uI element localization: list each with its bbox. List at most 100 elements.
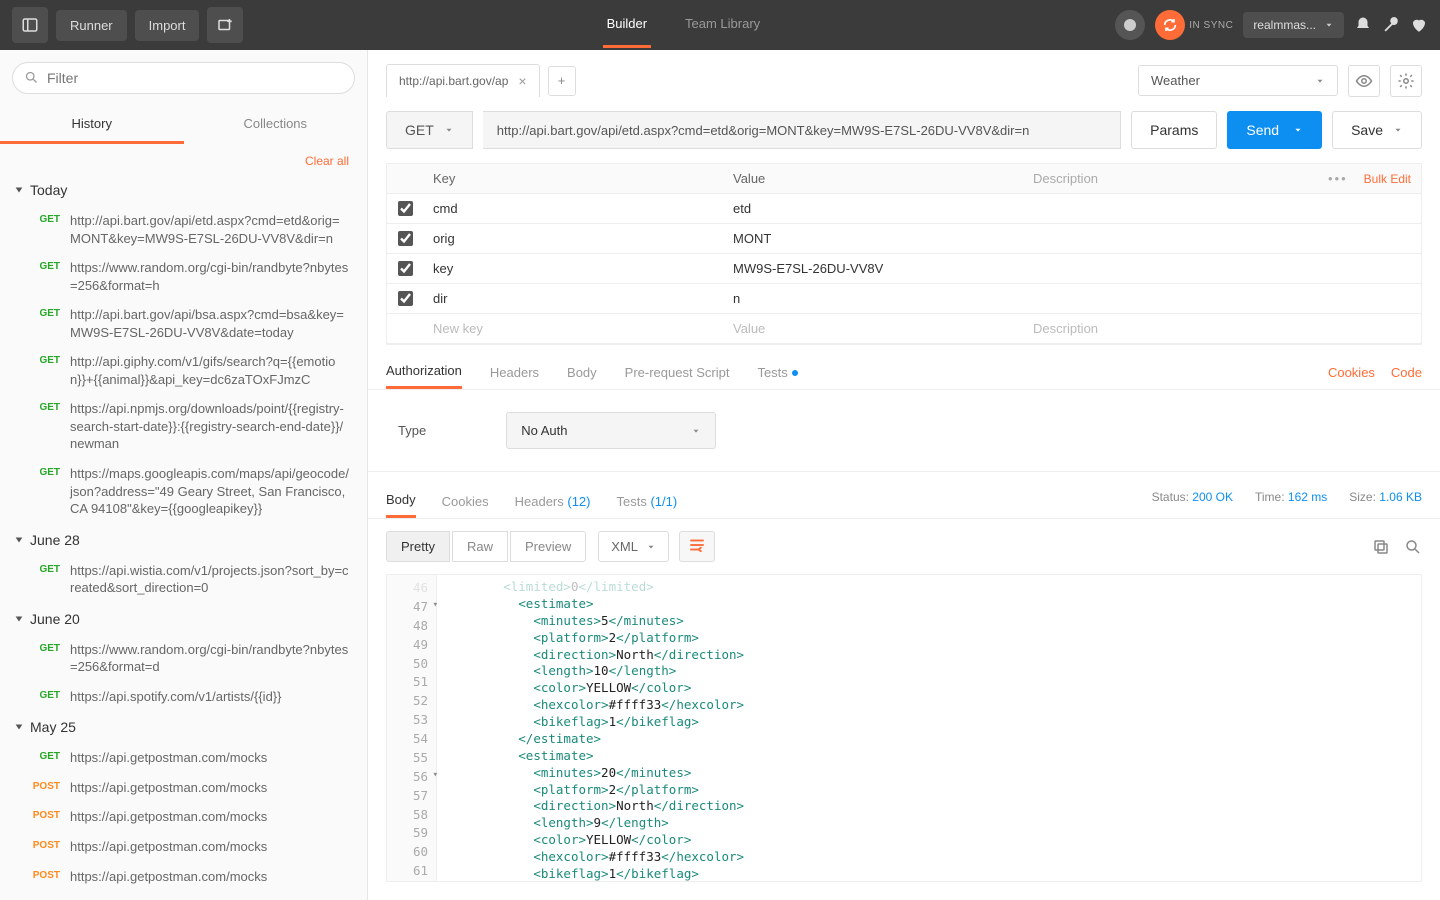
param-desc[interactable] xyxy=(1023,233,1421,245)
history-item[interactable]: GEThttps://www.random.org/cgi-bin/randby… xyxy=(0,635,367,682)
sync-icon[interactable] xyxy=(1155,10,1185,40)
history-item[interactable]: GEThttps://api.wistia.com/v1/projects.js… xyxy=(0,556,367,603)
cloud-icon[interactable] xyxy=(1115,10,1145,40)
chevron-down-icon xyxy=(1393,125,1403,135)
tests-indicator-icon xyxy=(792,370,798,376)
tab-team-library[interactable]: Team Library xyxy=(681,2,764,48)
clear-all-link[interactable]: Clear all xyxy=(0,144,367,174)
chevron-down-icon xyxy=(691,426,701,436)
user-menu[interactable]: realmmas... xyxy=(1243,12,1344,38)
param-checkbox[interactable] xyxy=(398,291,413,306)
wrench-icon[interactable] xyxy=(1382,16,1400,34)
param-checkbox[interactable] xyxy=(398,231,413,246)
params-table: Key Value Description ••• Bulk Edit cmde… xyxy=(386,163,1422,345)
save-button[interactable]: Save xyxy=(1332,111,1422,149)
wrap-lines-button[interactable] xyxy=(679,531,715,562)
chevron-down-icon xyxy=(646,542,656,552)
param-desc[interactable] xyxy=(1023,263,1421,275)
param-value[interactable]: MONT xyxy=(723,225,1023,252)
bulk-edit-link[interactable]: Bulk Edit xyxy=(1364,172,1411,186)
environment-select[interactable]: Weather xyxy=(1138,65,1338,96)
eye-icon[interactable] xyxy=(1348,65,1380,97)
response-meta: Status: 200 OK Time: 162 ms Size: 1.06 K… xyxy=(1152,490,1422,512)
history-group-header[interactable]: June 28 xyxy=(0,524,367,556)
resp-tab-headers[interactable]: Headers (12) xyxy=(515,486,591,517)
param-row[interactable]: cmdetd xyxy=(387,194,1421,224)
history-item[interactable]: GEThttp://api.bart.gov/api/etd.aspx?cmd=… xyxy=(0,206,367,253)
new-value-input[interactable]: Value xyxy=(723,315,1023,342)
param-checkbox[interactable] xyxy=(398,261,413,276)
param-checkbox[interactable] xyxy=(398,201,413,216)
request-tab-label: http://api.bart.gov/ap xyxy=(399,74,508,88)
param-key[interactable]: dir xyxy=(423,285,723,312)
send-button[interactable]: Send xyxy=(1227,111,1322,149)
new-window-button[interactable] xyxy=(207,7,243,43)
param-row[interactable]: dirn xyxy=(387,284,1421,314)
cookies-link[interactable]: Cookies xyxy=(1328,365,1375,380)
param-key[interactable]: orig xyxy=(423,225,723,252)
history-item[interactable]: GEThttps://maps.googleapis.com/maps/api/… xyxy=(0,459,367,524)
subtab-body[interactable]: Body xyxy=(567,357,597,388)
language-select[interactable]: XML xyxy=(598,531,669,562)
history-item[interactable]: GEThttps://www.random.org/cgi-bin/randby… xyxy=(0,253,367,300)
history-item[interactable]: GEThttp://api.giphy.com/v1/gifs/search?q… xyxy=(0,347,367,394)
view-preview[interactable]: Preview xyxy=(510,531,586,562)
history-group-header[interactable]: June 20 xyxy=(0,603,367,635)
more-icon[interactable]: ••• xyxy=(1328,171,1348,186)
history-group-header[interactable]: May 25 xyxy=(0,711,367,743)
param-row[interactable]: keyMW9S-E7SL-26DU-VV8V xyxy=(387,254,1421,284)
history-item[interactable]: POSThttps://api.getpostman.com/mocks xyxy=(0,862,367,892)
history-item[interactable]: GEThttps://api.spotify.com/v1/artists/{{… xyxy=(0,682,367,712)
param-row[interactable]: origMONT xyxy=(387,224,1421,254)
view-raw[interactable]: Raw xyxy=(452,531,508,562)
history-item[interactable]: POSThttps://api.getpostman.com/mocks xyxy=(0,773,367,803)
new-desc-input[interactable]: Description xyxy=(1023,315,1421,342)
search-response-icon[interactable] xyxy=(1404,538,1422,556)
close-tab-icon[interactable]: × xyxy=(518,73,526,89)
bell-icon[interactable] xyxy=(1354,16,1372,34)
tab-builder[interactable]: Builder xyxy=(603,2,651,48)
subtab-tests[interactable]: Tests xyxy=(757,357,797,388)
import-button[interactable]: Import xyxy=(135,10,200,41)
history-item[interactable]: POSThttps://api.getpostman.com/mocks xyxy=(0,832,367,862)
history-item[interactable]: GEThttps://api.getpostman.com/mocks xyxy=(0,743,367,773)
copy-icon[interactable] xyxy=(1372,538,1390,556)
param-key[interactable]: cmd xyxy=(423,195,723,222)
add-tab-button[interactable]: + xyxy=(548,66,576,96)
filter-input[interactable] xyxy=(12,62,355,94)
param-key[interactable]: key xyxy=(423,255,723,282)
code-link[interactable]: Code xyxy=(1391,365,1422,380)
history-item[interactable]: GEThttp://api.bart.gov/api/bsa.aspx?cmd=… xyxy=(0,300,367,347)
params-button[interactable]: Params xyxy=(1131,111,1217,149)
response-body[interactable]: 4647484950515253545556575859606162636465… xyxy=(386,574,1422,882)
new-key-input[interactable]: New key xyxy=(423,315,723,342)
subtab-headers[interactable]: Headers xyxy=(490,357,539,388)
tab-history[interactable]: History xyxy=(0,106,184,144)
method-select[interactable]: GET xyxy=(386,111,473,149)
subtab-authorization[interactable]: Authorization xyxy=(386,355,462,389)
param-value[interactable]: n xyxy=(723,285,1023,312)
url-input[interactable]: http://api.bart.gov/api/etd.aspx?cmd=etd… xyxy=(483,111,1121,149)
subtab-prerequest[interactable]: Pre-request Script xyxy=(625,357,730,388)
sync-label: IN SYNC xyxy=(1189,20,1233,31)
tab-collections[interactable]: Collections xyxy=(184,106,368,144)
request-tab[interactable]: http://api.bart.gov/ap × xyxy=(386,64,540,97)
method-label: GET xyxy=(405,122,434,138)
history-group-header[interactable]: Today xyxy=(0,174,367,206)
auth-type-select[interactable]: No Auth xyxy=(506,412,716,449)
param-value[interactable]: etd xyxy=(723,195,1023,222)
heart-icon[interactable] xyxy=(1410,16,1428,34)
time-value: 162 ms xyxy=(1288,490,1327,504)
view-pretty[interactable]: Pretty xyxy=(386,531,450,562)
resp-tab-body[interactable]: Body xyxy=(386,484,416,518)
param-desc[interactable] xyxy=(1023,293,1421,305)
sidebar-toggle-button[interactable] xyxy=(12,7,48,43)
runner-button[interactable]: Runner xyxy=(56,10,127,41)
param-value[interactable]: MW9S-E7SL-26DU-VV8V xyxy=(723,255,1023,282)
param-desc[interactable] xyxy=(1023,203,1421,215)
history-item[interactable]: POSThttps://api.getpostman.com/mocks xyxy=(0,802,367,832)
history-item[interactable]: GEThttps://api.npmjs.org/downloads/point… xyxy=(0,394,367,459)
resp-tab-cookies[interactable]: Cookies xyxy=(442,486,489,517)
gear-icon[interactable] xyxy=(1390,65,1422,97)
resp-tab-tests[interactable]: Tests (1/1) xyxy=(617,486,678,517)
